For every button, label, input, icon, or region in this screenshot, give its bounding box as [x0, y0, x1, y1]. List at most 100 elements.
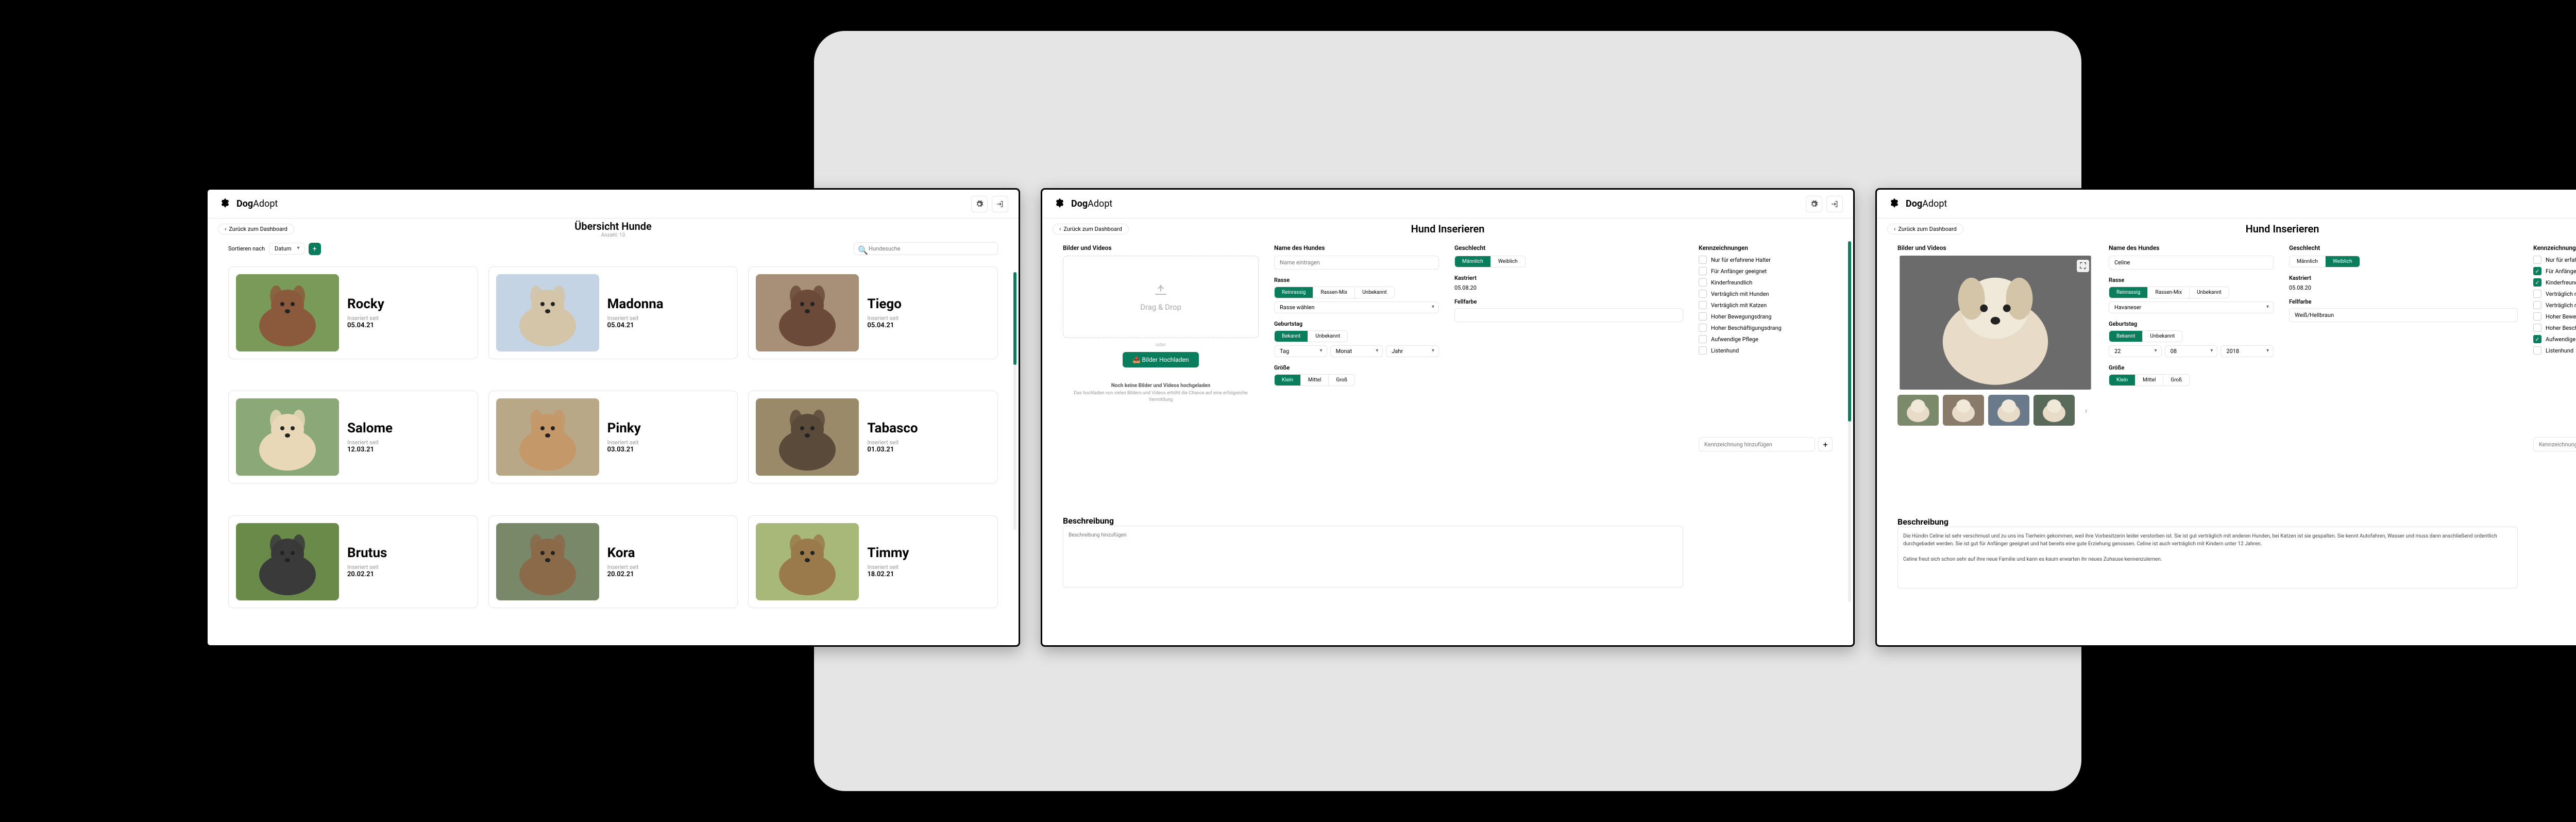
gender-female[interactable]: Weiblich [2326, 256, 2360, 267]
tag-add-button[interactable]: + [1818, 437, 1833, 451]
thumbnail[interactable] [1988, 395, 2029, 426]
year-select[interactable]: Jahr [1386, 345, 1439, 357]
scrollbar-handle[interactable] [1013, 272, 1016, 365]
tag-checkbox[interactable]: Hoher Bewegungsdrang [2533, 312, 2576, 321]
birthday-known[interactable]: Bekannt [2109, 331, 2143, 342]
size-seg[interactable]: Klein Mittel Groß [2109, 374, 2190, 386]
gender-seg[interactable]: Männlich Weiblich [2289, 256, 2360, 267]
scrollbar-handle[interactable] [1848, 241, 1851, 422]
back-button[interactable]: ‹Zurück zum Dashboard [1887, 224, 1963, 234]
brand-logo[interactable]: DogAdopt [1053, 197, 1112, 211]
breed-type-seg[interactable]: Reinrassig Rassen-Mix Unbekannt [2109, 287, 2229, 298]
tag-checkbox[interactable]: Für Anfänger geeignet [1699, 267, 1833, 275]
month-select[interactable]: 08 [2165, 345, 2218, 357]
year-select[interactable]: 2018 [2221, 345, 2274, 357]
tag-checkbox[interactable]: Hoher Beschäftigungsdrang [2533, 324, 2576, 332]
upload-button[interactable]: 📤 Bilder Hochladen [1123, 352, 1199, 367]
search-input[interactable] [854, 242, 998, 255]
tag-checkbox[interactable]: Verträglich mit Hunden [2533, 290, 2576, 298]
tag-checkbox[interactable]: Kinderfreundlich [1699, 278, 1833, 287]
expand-button[interactable]: ⛶ [2077, 260, 2089, 272]
add-dog-button[interactable]: + [309, 243, 321, 255]
dog-card[interactable]: TimmyInseriert seit18.02.21 [748, 515, 998, 608]
tag-checkbox[interactable]: Listenhund [2533, 346, 2576, 355]
gender-male[interactable]: Männlich [2290, 256, 2326, 267]
fur-input[interactable] [1454, 308, 1683, 322]
birthday-known[interactable]: Bekannt [1275, 331, 1308, 342]
size-small[interactable]: Klein [1275, 375, 1301, 385]
size-seg[interactable]: Klein Mittel Groß [1274, 374, 1355, 386]
tag-checkbox[interactable]: ✓Kinderfreundlich [2533, 278, 2576, 287]
dog-card[interactable]: PinkyInseriert seit03.03.21 [488, 391, 738, 483]
size-medium[interactable]: Mittel [1301, 375, 1329, 385]
tag-checkbox[interactable]: Verträglich mit Hunden [1699, 290, 1833, 298]
name-input[interactable] [2109, 256, 2274, 270]
scrollbar[interactable] [1848, 241, 1851, 602]
day-select[interactable]: Tag [1274, 345, 1327, 357]
dog-card[interactable]: MadonnaInseriert seit05.04.21 [488, 266, 738, 359]
gender-female[interactable]: Weiblich [1491, 256, 1525, 267]
brand-logo[interactable]: DogAdopt [218, 197, 278, 211]
breed-opt-unknown[interactable]: Unbekannt [1355, 287, 1394, 298]
breed-select[interactable]: Rasse wählen [1274, 301, 1439, 313]
tag-checkbox[interactable]: Hoher Bewegungsdrang [1699, 312, 1833, 321]
dog-card[interactable]: RockyInseriert seit05.04.21 [228, 266, 478, 359]
month-select[interactable]: Monat [1330, 345, 1383, 357]
tag-checkbox[interactable]: Hoher Beschäftigungsdrang [1699, 324, 1833, 332]
sort-select[interactable]: Datum [269, 243, 304, 255]
gender-seg[interactable]: Männlich Weiblich [1454, 256, 1526, 267]
thumbnail[interactable] [2033, 395, 2075, 426]
breed-opt-pure[interactable]: Reinrassig [1275, 287, 1313, 298]
back-button[interactable]: ‹Zurück zum Dashboard [218, 224, 294, 234]
size-large[interactable]: Groß [2163, 375, 2189, 385]
tag-add-input[interactable] [2533, 437, 2576, 451]
settings-button[interactable] [971, 196, 988, 212]
dog-card[interactable]: BrutusInseriert seit20.02.21 [228, 515, 478, 608]
logout-button[interactable] [1826, 196, 1843, 212]
dropzone[interactable]: Drag & Drop [1063, 256, 1259, 338]
tag-checkbox[interactable]: Verträglich mit Katzen [2533, 301, 2576, 309]
brand-logo[interactable]: DogAdopt [1887, 197, 1947, 211]
tag-label: Listenhund [1711, 347, 1739, 354]
breed-type-seg[interactable]: Reinrassig Rassen-Mix Unbekannt [1274, 287, 1395, 298]
thumb-next-button[interactable]: › [2079, 395, 2093, 426]
breed-opt-mix[interactable]: Rassen-Mix [1313, 287, 1355, 298]
desc-textarea[interactable] [1063, 526, 1683, 588]
birthday-unknown[interactable]: Unbekannt [2143, 331, 2182, 342]
breed-opt-mix[interactable]: Rassen-Mix [2148, 287, 2190, 298]
tag-checkbox[interactable]: ✓Aufwendige Pflege [2533, 335, 2576, 343]
gender-male[interactable]: Männlich [1455, 256, 1491, 267]
back-button[interactable]: ‹Zurück zum Dashboard [1053, 224, 1129, 234]
size-large[interactable]: Groß [1329, 375, 1354, 385]
breed-opt-unknown[interactable]: Unbekannt [2190, 287, 2229, 298]
logout-button[interactable] [992, 196, 1008, 212]
tag-checkbox[interactable]: Aufwendige Pflege [1699, 335, 1833, 343]
dog-card[interactable]: TiegoInseriert seit05.04.21 [748, 266, 998, 359]
tag-checkbox[interactable]: ✓Für Anfänger geeignet [2533, 267, 2576, 275]
tag-checkbox[interactable]: Listenhund [1699, 346, 1833, 355]
size-small[interactable]: Klein [2109, 375, 2136, 385]
fur-input[interactable] [2289, 308, 2518, 322]
scrollbar[interactable] [1013, 272, 1016, 530]
birthday-unknown[interactable]: Unbekannt [1308, 331, 1347, 342]
breed-opt-pure[interactable]: Reinrassig [2109, 287, 2148, 298]
desc-textarea[interactable]: Die Hündin Celine ist sehr verschmust un… [1897, 527, 2518, 589]
tag-add-input[interactable] [1699, 437, 1815, 451]
dog-card[interactable]: KoraInseriert seit20.02.21 [488, 515, 738, 608]
thumbnail[interactable] [1943, 395, 1984, 426]
birthday-known-seg[interactable]: Bekannt Unbekannt [1274, 330, 1348, 342]
birthday-known-seg[interactable]: Bekannt Unbekannt [2109, 330, 2182, 342]
main-image[interactable]: ⛶ [1897, 256, 2093, 390]
checkbox-icon [2533, 301, 2541, 309]
day-select[interactable]: 22 [2109, 345, 2162, 357]
size-medium[interactable]: Mittel [2136, 375, 2163, 385]
name-input[interactable] [1274, 256, 1439, 270]
settings-button[interactable] [1806, 196, 1822, 212]
dog-card[interactable]: TabascoInseriert seit01.03.21 [748, 391, 998, 483]
tag-checkbox[interactable]: Nur für erfahrene Halter [1699, 256, 1833, 264]
breed-select[interactable]: Havaneser [2109, 301, 2274, 313]
dog-card[interactable]: SalomeInseriert seit12.03.21 [228, 391, 478, 483]
thumbnail[interactable] [1897, 395, 1939, 426]
tag-checkbox[interactable]: Verträglich mit Katzen [1699, 301, 1833, 309]
tag-checkbox[interactable]: Nur für erfahrene Halter [2533, 256, 2576, 264]
